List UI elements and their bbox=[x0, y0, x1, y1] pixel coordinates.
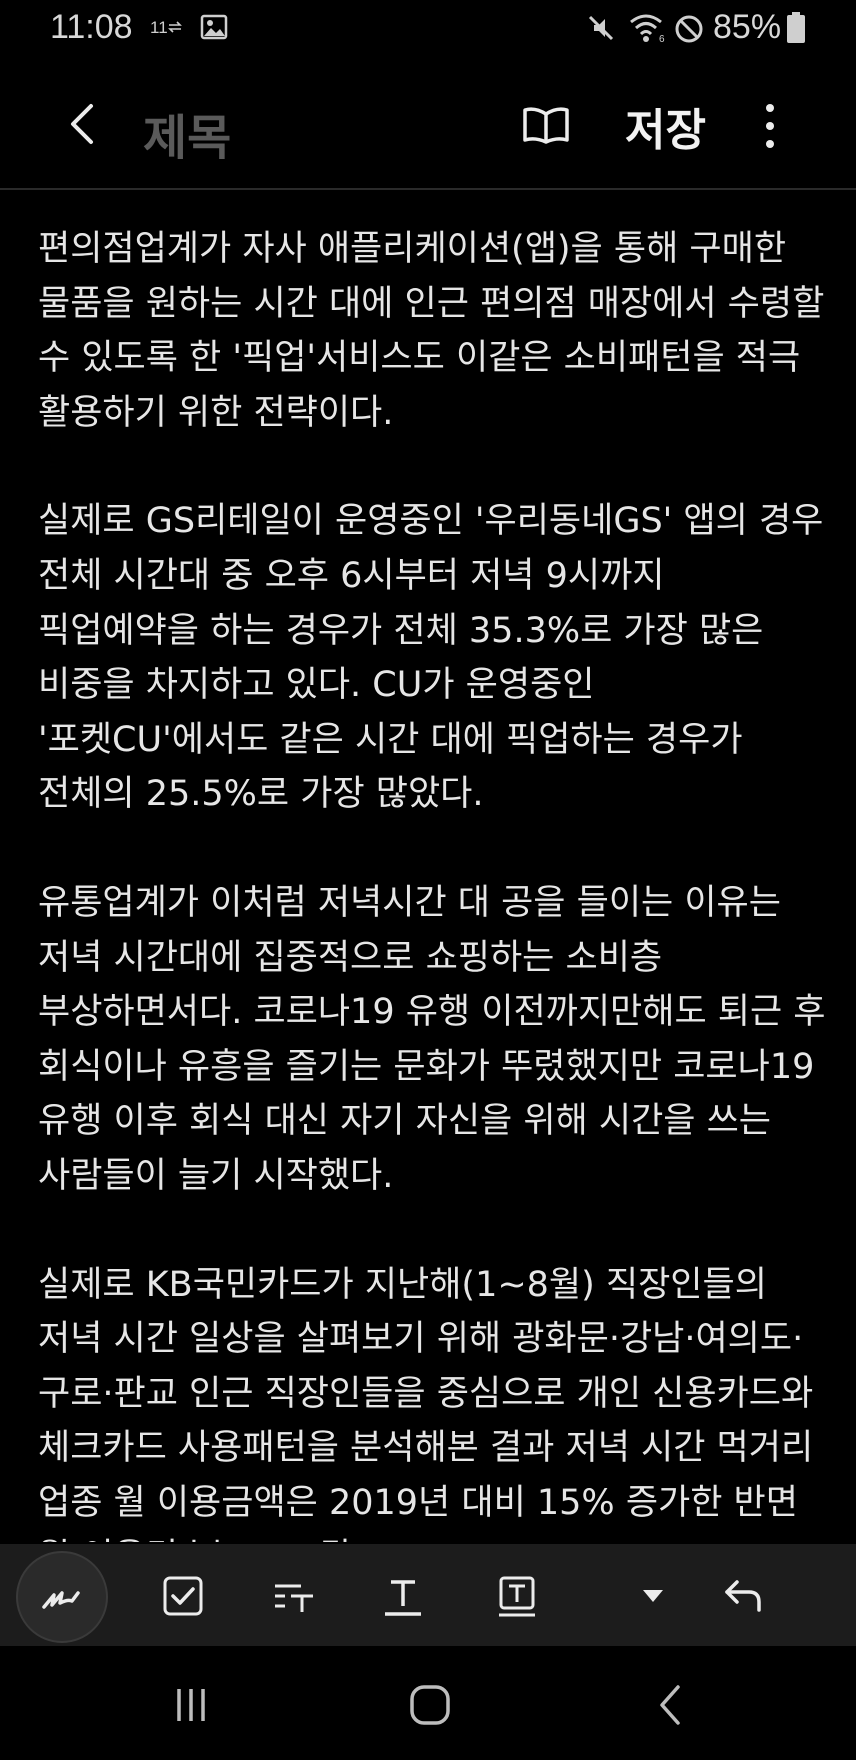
battery-percent: 85% bbox=[713, 8, 782, 46]
body-paragraph: 실제로 GS리테일이 운영중인 '우리동네GS' 앱의 경우 전체 시간대 중 … bbox=[38, 501, 824, 815]
text-style-icon bbox=[275, 1584, 313, 1612]
body-paragraph: 유통업계가 이처럼 저녁시간 대 공을 들이는 이유는 저녁 시간대에 집중적으… bbox=[38, 882, 826, 1196]
dnd-icon bbox=[674, 14, 704, 48]
nav-back-icon bbox=[660, 1685, 680, 1725]
back-button[interactable] bbox=[58, 98, 110, 150]
expand-icon bbox=[643, 1590, 663, 1602]
text-format-button[interactable] bbox=[373, 1566, 433, 1626]
status-time: 11:08 bbox=[50, 8, 133, 46]
text-style-button[interactable] bbox=[264, 1566, 324, 1626]
checkbox-button[interactable] bbox=[153, 1566, 213, 1626]
undo-icon bbox=[725, 1580, 761, 1612]
nav-back-button[interactable] bbox=[640, 1680, 700, 1730]
more-options-button[interactable] bbox=[758, 98, 782, 154]
editor-toolbar bbox=[0, 1544, 856, 1646]
recent-apps-button[interactable] bbox=[161, 1680, 221, 1730]
undo-button[interactable] bbox=[713, 1566, 773, 1626]
reader-mode-button[interactable] bbox=[521, 104, 571, 146]
body-paragraph: 실제로 KB국민카드가 지난해(1~8월) 직장인들의 저녁 시간 일상을 살펴… bbox=[38, 1264, 814, 1543]
checkbox-icon bbox=[163, 1576, 203, 1616]
text-box-button[interactable] bbox=[487, 1566, 547, 1626]
more-icon bbox=[766, 104, 774, 148]
expand-toolbar-button[interactable] bbox=[623, 1566, 683, 1626]
mute-icon bbox=[586, 13, 616, 47]
home-icon bbox=[410, 1685, 450, 1725]
text-format-icon bbox=[385, 1580, 421, 1616]
title-input[interactable]: 제목 bbox=[143, 98, 231, 168]
network-indicator: 11 bbox=[150, 18, 182, 38]
gallery-icon bbox=[200, 14, 228, 44]
reader-mode-icon bbox=[523, 107, 569, 144]
status-bar: 11:08 11 6 85% bbox=[0, 0, 856, 58]
save-button[interactable]: 저장 bbox=[625, 94, 706, 158]
home-button[interactable] bbox=[400, 1680, 460, 1730]
battery-icon bbox=[786, 12, 806, 48]
body-paragraph: 편의점업계가 자사 애플리케이션(앱)을 통해 구매한 물품을 원하는 시간 대… bbox=[38, 229, 825, 433]
system-navigation-bar bbox=[0, 1646, 856, 1760]
svg-text:6: 6 bbox=[659, 34, 665, 44]
note-body[interactable]: 편의점업계가 자사 애플리케이션(앱)을 통해 구매한 물품을 원하는 시간 대… bbox=[38, 222, 828, 1542]
text-box-icon bbox=[499, 1576, 535, 1617]
recent-apps-icon bbox=[177, 1689, 205, 1721]
handwriting-icon bbox=[42, 1591, 80, 1609]
handwriting-button[interactable] bbox=[16, 1551, 108, 1643]
back-icon bbox=[71, 104, 93, 144]
note-header: 제목 저장 bbox=[0, 58, 856, 190]
wifi-icon: 6 bbox=[628, 12, 668, 48]
